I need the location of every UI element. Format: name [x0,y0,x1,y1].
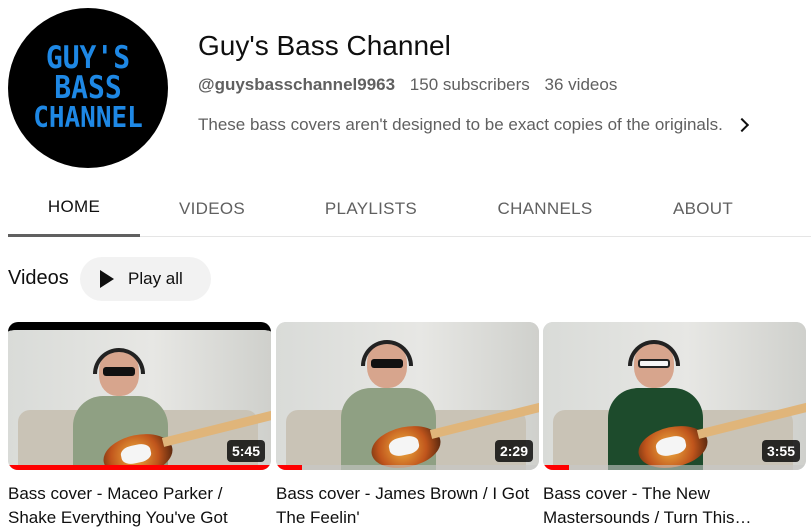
channel-meta: @guysbasschannel9963 150 subscribers 36 … [198,75,627,95]
video-thumbnail[interactable]: 3:55 [543,322,806,470]
video-title[interactable]: Bass cover - Maceo Parker / Shake Everyt… [8,482,271,528]
tab-videos[interactable]: VIDEOS [148,180,276,237]
channel-tabs: HOME VIDEOS PLAYLISTS CHANNELS ABOUT [8,180,811,237]
thumbnail-person-image [73,348,271,470]
watch-progress-fill [276,465,303,470]
video-card[interactable]: 2:29 Bass cover - James Brown / I Got Th… [276,322,539,528]
channel-handle: @guysbasschannel9963 [198,75,396,94]
video-title[interactable]: Bass cover - James Brown / I Got The Fee… [276,482,539,528]
watch-progress-bar [543,465,806,470]
subscriber-count: 150 subscribers [409,75,530,94]
video-card[interactable]: 3:55 Bass cover - The New Mastersounds /… [543,322,806,528]
tab-playlists[interactable]: PLAYLISTS [298,180,444,237]
chevron-right-icon[interactable] [734,117,749,133]
video-thumbnail[interactable]: 5:45 [8,322,271,470]
play-all-button[interactable]: Play all [80,257,211,301]
video-thumbnail[interactable]: 2:29 [276,322,539,470]
tab-channels[interactable]: CHANNELS [470,180,620,237]
channel-avatar[interactable]: GUY'S BASS CHANNEL [8,8,168,168]
thumbnail-person-image [608,340,806,470]
watch-progress-fill [8,465,271,470]
channel-description[interactable]: These bass covers aren't designed to be … [198,115,749,135]
play-icon [100,270,114,288]
video-duration: 2:29 [494,440,533,462]
video-duration: 5:45 [226,440,265,462]
thumbnail-person-image [341,340,539,470]
avatar-text-line: CHANNEL [33,101,143,135]
watch-progress-fill [543,465,570,470]
video-title[interactable]: Bass cover - The New Mastersounds / Turn… [543,482,806,528]
tab-home[interactable]: HOME [8,180,140,237]
channel-name: Guy's Bass Channel [198,30,451,61]
channel-description-text: These bass covers aren't designed to be … [198,115,723,134]
play-all-label: Play all [128,269,183,288]
section-title[interactable]: Videos [8,267,69,290]
tab-about[interactable]: ABOUT [648,180,758,237]
avatar-text-line: BASS [54,69,122,106]
watch-progress-bar [8,465,271,470]
video-card[interactable]: 5:45 Bass cover - Maceo Parker / Shake E… [8,322,271,528]
watch-progress-bar [276,465,539,470]
video-duration: 3:55 [761,440,800,462]
video-count: 36 videos [544,75,618,94]
